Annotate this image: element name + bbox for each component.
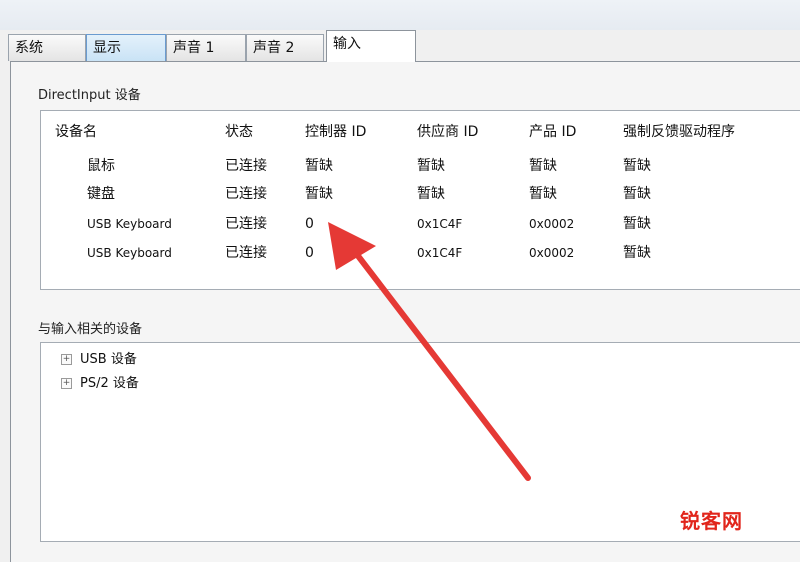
tree-item-usb-devices[interactable]: + USB 设备 bbox=[61, 351, 137, 369]
column-header-product-id[interactable]: 产品 ID bbox=[529, 121, 576, 143]
table-row[interactable]: USB Keyboard 已连接 0 0x1C4F 0x0002 暂缺 bbox=[41, 213, 800, 235]
table-row[interactable]: 键盘 已连接 暂缺 暂缺 暂缺 暂缺 bbox=[41, 183, 800, 205]
expand-icon[interactable]: + bbox=[61, 378, 72, 389]
cell-product-id: 暂缺 bbox=[529, 186, 557, 202]
cell-status: 已连接 bbox=[225, 216, 267, 232]
tab-bar: 系统 显示 声音 1 声音 2 输入 bbox=[0, 30, 800, 62]
tree-item-ps2-devices[interactable]: + PS/2 设备 bbox=[61, 375, 139, 393]
cell-controller-id: 0 bbox=[305, 245, 314, 261]
tree-item-label: PS/2 设备 bbox=[80, 376, 139, 391]
table-row[interactable]: USB Keyboard 已连接 0 0x1C4F 0x0002 暂缺 bbox=[41, 242, 800, 264]
column-header-status[interactable]: 状态 bbox=[225, 121, 253, 143]
directinput-group-label: DirectInput 设备 bbox=[38, 88, 141, 103]
tab-sound-1[interactable]: 声音 1 bbox=[166, 34, 246, 61]
cell-product-id: 暂缺 bbox=[529, 158, 557, 174]
cell-ff-driver: 暂缺 bbox=[623, 186, 651, 202]
cell-controller-id: 暂缺 bbox=[305, 158, 333, 174]
cell-vendor-id: 0x1C4F bbox=[417, 217, 463, 231]
cell-status: 已连接 bbox=[225, 186, 267, 202]
tree-item-label: USB 设备 bbox=[80, 352, 137, 367]
cell-ff-driver: 暂缺 bbox=[623, 245, 651, 261]
table-row[interactable]: 鼠标 已连接 暂缺 暂缺 暂缺 暂缺 bbox=[41, 155, 800, 177]
tab-system[interactable]: 系统 bbox=[8, 34, 86, 61]
cell-device-name: 鼠标 bbox=[87, 158, 115, 174]
cell-vendor-id: 0x1C4F bbox=[417, 246, 463, 260]
watermark-logo: 锐客网 bbox=[680, 509, 743, 533]
tab-sound-2[interactable]: 声音 2 bbox=[246, 34, 324, 61]
list-header: 设备名 状态 控制器 ID 供应商 ID 产品 ID 强制反馈驱动程序 bbox=[41, 121, 800, 143]
cell-ff-driver: 暂缺 bbox=[623, 158, 651, 174]
expand-icon[interactable]: + bbox=[61, 354, 72, 365]
column-header-controller-id[interactable]: 控制器 ID bbox=[305, 121, 366, 143]
cell-product-id: 0x0002 bbox=[529, 217, 575, 231]
cell-controller-id: 暂缺 bbox=[305, 186, 333, 202]
column-header-ff-driver[interactable]: 强制反馈驱动程序 bbox=[623, 121, 735, 143]
tab-display[interactable]: 显示 bbox=[86, 34, 166, 61]
column-header-vendor-id[interactable]: 供应商 ID bbox=[417, 121, 478, 143]
cell-status: 已连接 bbox=[225, 245, 267, 261]
cell-vendor-id: 暂缺 bbox=[417, 158, 445, 174]
cell-device-name: 键盘 bbox=[87, 186, 115, 202]
cell-device-name: USB Keyboard bbox=[87, 246, 172, 260]
window-top-strip bbox=[0, 0, 800, 30]
related-devices-group-label: 与输入相关的设备 bbox=[38, 322, 143, 337]
directinput-device-list[interactable]: 设备名 状态 控制器 ID 供应商 ID 产品 ID 强制反馈驱动程序 鼠标 已… bbox=[40, 110, 800, 290]
cell-device-name: USB Keyboard bbox=[87, 217, 172, 231]
cell-controller-id: 0 bbox=[305, 216, 314, 232]
cell-status: 已连接 bbox=[225, 158, 267, 174]
cell-vendor-id: 暂缺 bbox=[417, 186, 445, 202]
tab-input[interactable]: 输入 bbox=[326, 30, 416, 62]
cell-ff-driver: 暂缺 bbox=[623, 216, 651, 232]
column-header-device-name[interactable]: 设备名 bbox=[55, 121, 97, 143]
cell-product-id: 0x0002 bbox=[529, 246, 575, 260]
